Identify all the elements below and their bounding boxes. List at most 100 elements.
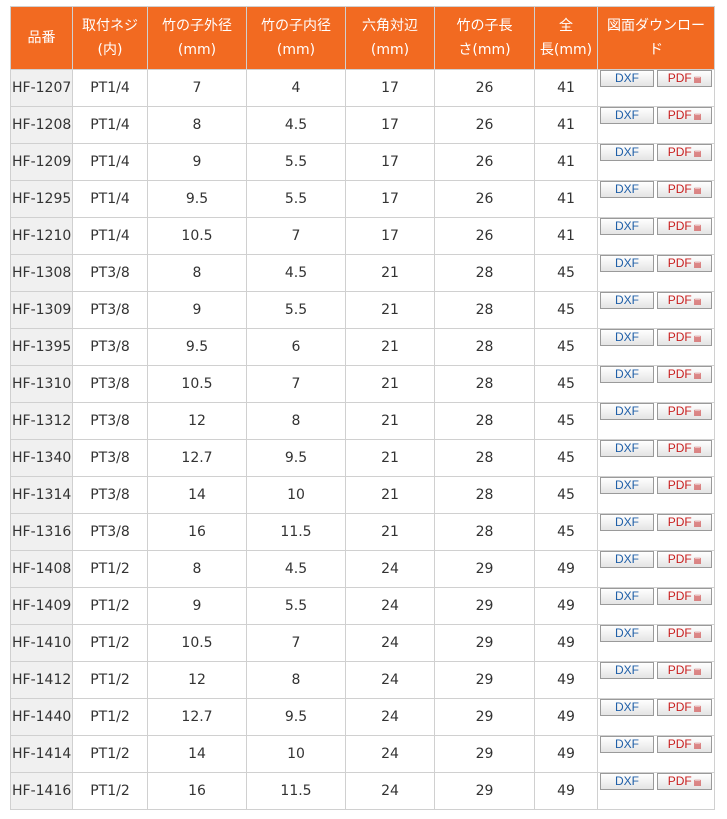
pdf-download-button[interactable]: PDF ▤ <box>657 514 712 531</box>
outer-diameter-cell: 9.5 <box>147 180 247 218</box>
pdf-file-icon: ▤ <box>693 556 702 565</box>
table-row: HF-1409 PT1/2 9 5.5 24 29 49 DXF PDF ▤ <box>10 587 715 625</box>
inner-diameter-cell: 5.5 <box>246 587 346 625</box>
download-cell: DXF PDF ▤ <box>597 69 715 107</box>
dxf-download-button[interactable]: DXF <box>600 107 654 124</box>
header-hex-width-line: 六角対辺 <box>362 18 418 34</box>
dxf-download-button[interactable]: DXF <box>600 699 654 716</box>
part-number-cell: HF-1410 <box>10 624 73 662</box>
dxf-download-button[interactable]: DXF <box>600 551 654 568</box>
pdf-download-button[interactable]: PDF ▤ <box>657 181 712 198</box>
pdf-download-button[interactable]: PDF ▤ <box>657 736 712 753</box>
pdf-download-button[interactable]: PDF ▤ <box>657 255 712 272</box>
nipple-length-cell: 28 <box>434 476 535 514</box>
hex-width-cell: 21 <box>345 402 435 440</box>
part-number-cell: HF-1408 <box>10 550 73 588</box>
outer-diameter-cell: 10.5 <box>147 365 247 403</box>
hex-width-cell: 21 <box>345 254 435 292</box>
mount-thread-cell: PT1/2 <box>72 624 148 662</box>
dxf-download-button[interactable]: DXF <box>600 366 654 383</box>
total-length-cell: 45 <box>534 513 598 551</box>
dxf-download-button[interactable]: DXF <box>600 329 654 346</box>
dxf-download-button[interactable]: DXF <box>600 70 654 87</box>
pdf-download-button[interactable]: PDF ▤ <box>657 107 712 124</box>
dxf-download-button[interactable]: DXF <box>600 144 654 161</box>
pdf-download-button[interactable]: PDF ▤ <box>657 218 712 235</box>
dxf-download-button[interactable]: DXF <box>600 773 654 790</box>
dxf-download-button[interactable]: DXF <box>600 181 654 198</box>
pdf-download-button[interactable]: PDF ▤ <box>657 144 712 161</box>
download-cell: DXF PDF ▤ <box>597 402 715 440</box>
dxf-download-button[interactable]: DXF <box>600 403 654 420</box>
nipple-length-cell: 29 <box>434 587 535 625</box>
pdf-download-button[interactable]: PDF ▤ <box>657 403 712 420</box>
pdf-download-button[interactable]: PDF ▤ <box>657 662 712 679</box>
dxf-download-button[interactable]: DXF <box>600 218 654 235</box>
dxf-download-button[interactable]: DXF <box>600 255 654 272</box>
inner-diameter-cell: 10 <box>246 476 346 514</box>
pdf-file-icon: ▤ <box>693 519 702 528</box>
product-spec-table-container: 品番 取付ネジ (内) 竹の子外径 (mm) 竹の子内径 (mm) 六角対辺 (mm) 竹の子長さ… <box>10 6 715 810</box>
hex-width-cell: 24 <box>345 624 435 662</box>
pdf-download-button[interactable]: PDF ▤ <box>657 551 712 568</box>
nipple-length-cell: 28 <box>434 402 535 440</box>
download-cell: DXF PDF ▤ <box>597 661 715 699</box>
pdf-download-button[interactable]: PDF ▤ <box>657 477 712 494</box>
download-cell: DXF PDF ▤ <box>597 143 715 181</box>
table-row: HF-1208 PT1/4 8 4.5 17 26 41 DXF PDF ▤ <box>10 106 715 144</box>
outer-diameter-cell: 10.5 <box>147 624 247 662</box>
download-cell: DXF PDF ▤ <box>597 365 715 403</box>
inner-diameter-cell: 11.5 <box>246 513 346 551</box>
nipple-length-cell: 29 <box>434 698 535 736</box>
download-cell: DXF PDF ▤ <box>597 180 715 218</box>
inner-diameter-cell: 10 <box>246 735 346 773</box>
pdf-download-button[interactable]: PDF ▤ <box>657 292 712 309</box>
dxf-download-button[interactable]: DXF <box>600 514 654 531</box>
dxf-download-button[interactable]: DXF <box>600 625 654 642</box>
outer-diameter-cell: 10.5 <box>147 217 247 255</box>
pdf-file-icon: ▤ <box>693 593 702 602</box>
part-number-cell: HF-1310 <box>10 365 73 403</box>
pdf-download-label: PDF <box>667 774 692 788</box>
hex-width-cell: 24 <box>345 772 435 810</box>
pdf-download-button[interactable]: PDF ▤ <box>657 588 712 605</box>
header-mount-thread: 取付ネジ (内) <box>72 6 148 70</box>
dxf-download-button[interactable]: DXF <box>600 662 654 679</box>
pdf-download-button[interactable]: PDF ▤ <box>657 699 712 716</box>
inner-diameter-cell: 4.5 <box>246 550 346 588</box>
outer-diameter-cell: 12.7 <box>147 698 247 736</box>
dxf-download-button[interactable]: DXF <box>600 292 654 309</box>
download-cell: DXF PDF ▤ <box>597 550 715 588</box>
total-length-cell: 41 <box>534 143 598 181</box>
pdf-download-button[interactable]: PDF ▤ <box>657 329 712 346</box>
download-cell: DXF PDF ▤ <box>597 328 715 366</box>
pdf-download-button[interactable]: PDF ▤ <box>657 70 712 87</box>
total-length-cell: 45 <box>534 439 598 477</box>
inner-diameter-cell: 4 <box>246 69 346 107</box>
pdf-download-button[interactable]: PDF ▤ <box>657 366 712 383</box>
dxf-download-button[interactable]: DXF <box>600 736 654 753</box>
pdf-download-button[interactable]: PDF ▤ <box>657 440 712 457</box>
pdf-file-icon: ▤ <box>693 741 702 750</box>
pdf-download-button[interactable]: PDF ▤ <box>657 773 712 790</box>
mount-thread-cell: PT1/2 <box>72 698 148 736</box>
dxf-download-button[interactable]: DXF <box>600 477 654 494</box>
table-row: HF-1210 PT1/4 10.5 7 17 26 41 DXF PDF ▤ <box>10 217 715 255</box>
outer-diameter-cell: 8 <box>147 254 247 292</box>
dxf-download-button[interactable]: DXF <box>600 440 654 457</box>
part-number-cell: HF-1208 <box>10 106 73 144</box>
dxf-download-button[interactable]: DXF <box>600 588 654 605</box>
mount-thread-cell: PT3/8 <box>72 476 148 514</box>
pdf-file-icon: ▤ <box>693 297 702 306</box>
table-row: HF-1316 PT3/8 16 11.5 21 28 45 DXF PDF ▤ <box>10 513 715 551</box>
table-row: HF-1416 PT1/2 16 11.5 24 29 49 DXF PDF ▤ <box>10 772 715 810</box>
inner-diameter-cell: 8 <box>246 661 346 699</box>
mount-thread-cell: PT1/2 <box>72 587 148 625</box>
table-row: HF-1207 PT1/4 7 4 17 26 41 DXF PDF ▤ <box>10 69 715 107</box>
outer-diameter-cell: 9 <box>147 587 247 625</box>
inner-diameter-cell: 6 <box>246 328 346 366</box>
inner-diameter-cell: 11.5 <box>246 772 346 810</box>
download-cell: DXF PDF ▤ <box>597 698 715 736</box>
mount-thread-cell: PT1/4 <box>72 180 148 218</box>
pdf-download-button[interactable]: PDF ▤ <box>657 625 712 642</box>
